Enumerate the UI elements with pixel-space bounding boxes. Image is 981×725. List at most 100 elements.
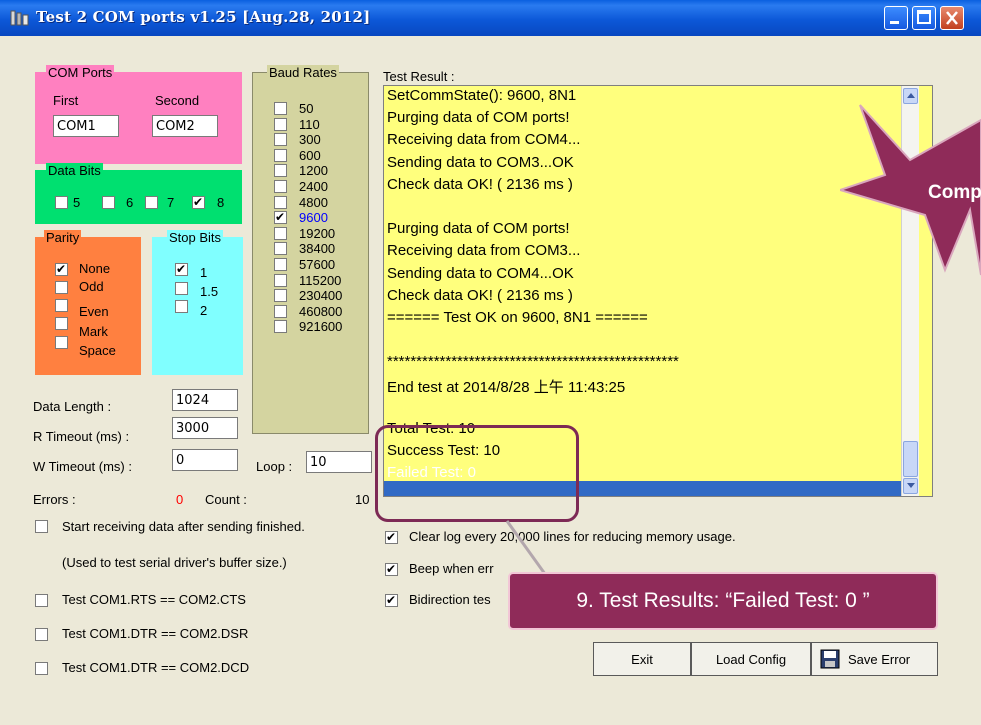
data-length-label: Data Length : [33, 399, 112, 414]
parity-none-label: None [79, 261, 111, 276]
baud-921600-checkbox[interactable] [274, 320, 287, 333]
parity-mark-label: Mark [79, 324, 108, 339]
data-bits-8-checkbox[interactable] [192, 194, 205, 210]
maximize-icon [917, 10, 931, 24]
baud-230400-checkbox[interactable] [274, 289, 287, 302]
test-result-label: Test Result : [383, 69, 455, 84]
baud-19200-checkbox[interactable] [274, 227, 287, 240]
annotation-star-text: Comp [928, 182, 981, 203]
stop-bits-1-checkbox[interactable] [175, 261, 188, 277]
parity-space-label: Space [79, 343, 116, 358]
parity-even-checkbox[interactable] [55, 299, 68, 312]
annotation-star: Comp [840, 104, 981, 276]
second-port-input[interactable]: COM2 [152, 115, 218, 137]
dtr-dcd-checkbox[interactable] [35, 662, 48, 675]
baud-50-label: 50 [299, 101, 314, 116]
stop-bits-2-label: 2 [200, 303, 208, 318]
log-line: Check data OK! ( 2136 ms ) [387, 287, 573, 304]
w-timeout-label: W Timeout (ms) : [33, 459, 132, 474]
baud-2400-label: 2400 [299, 179, 328, 194]
baud-110-label: 110 [299, 117, 320, 132]
baud-1200-label: 1200 [299, 163, 328, 178]
r-timeout-input[interactable]: 3000 [172, 417, 238, 439]
window-title: Test 2 COM ports v1.25 [Aug.28, 2012] [36, 8, 371, 26]
minimize-button[interactable] [884, 6, 908, 30]
bidirection-checkbox[interactable] [385, 592, 398, 608]
start-receiving-note: (Used to test serial driver's buffer siz… [62, 555, 287, 570]
stop-bits-group: Stop Bits [152, 230, 243, 375]
stop-bits-2-checkbox[interactable] [175, 300, 188, 313]
errors-value: 0 [176, 492, 184, 507]
dtr-dsr-label: Test COM1.DTR == COM2.DSR [62, 626, 249, 641]
scroll-thumb[interactable] [903, 441, 918, 477]
baud-110-checkbox[interactable] [274, 118, 287, 131]
parity-odd-checkbox[interactable] [55, 281, 68, 294]
stop-bits-1-5-checkbox[interactable] [175, 282, 188, 295]
log-line: Receiving data from COM4... [387, 131, 581, 148]
load-config-button[interactable]: Load Config [691, 642, 811, 676]
data-length-input[interactable]: 1024 [172, 389, 238, 411]
log-line: SetCommState(): 9600, 8N1 [387, 87, 577, 104]
dtr-dsr-checkbox[interactable] [35, 628, 48, 641]
baud-19200-label: 19200 [299, 226, 336, 241]
parity-even-label: Even [79, 304, 109, 319]
rts-cts-checkbox[interactable] [35, 594, 48, 607]
minimize-icon [890, 21, 899, 24]
exit-button[interactable]: Exit [593, 642, 691, 676]
data-bits-5-label: 5 [73, 195, 81, 210]
annotation-highlight-box [375, 425, 579, 522]
log-line: ====== Test OK on 9600, 8N1 ====== [387, 309, 648, 326]
log-line: Check data OK! ( 2136 ms ) [387, 176, 573, 193]
baud-9600-checkbox[interactable] [274, 209, 287, 225]
w-timeout-input[interactable]: 0 [172, 449, 238, 471]
baud-460800-checkbox[interactable] [274, 305, 287, 318]
r-timeout-label: R Timeout (ms) : [33, 429, 130, 444]
beep-when-checkbox[interactable] [385, 561, 398, 577]
log-line: End test at 2014/8/28 上午 11:43:25 [387, 379, 626, 396]
log-line: Purging data of COM ports! [387, 220, 570, 237]
beep-when-label: Beep when err [409, 561, 494, 576]
parity-mark-checkbox[interactable] [55, 317, 68, 330]
stop-bits-1-5-label: 1.5 [200, 284, 219, 299]
clear-log-checkbox[interactable] [385, 529, 398, 545]
baud-300-checkbox[interactable] [274, 133, 287, 146]
close-icon [946, 11, 958, 25]
data-bits-6-checkbox[interactable] [102, 196, 115, 209]
log-line: ****************************************… [387, 353, 679, 370]
log-line: Sending data to COM3...OK [387, 154, 574, 171]
data-bits-5-checkbox[interactable] [55, 196, 68, 209]
baud-57600-checkbox[interactable] [274, 258, 287, 271]
first-port-input[interactable]: COM1 [53, 115, 119, 137]
baud-2400-checkbox[interactable] [274, 180, 287, 193]
baud-600-checkbox[interactable] [274, 149, 287, 162]
bidirection-label: Bidirection tes [409, 592, 491, 607]
parity-none-checkbox[interactable] [55, 261, 68, 277]
loop-label: Loop : [256, 459, 293, 474]
com-ports-label: COM Ports [46, 65, 115, 80]
loop-input[interactable]: 10 [306, 451, 372, 473]
baud-4800-checkbox[interactable] [274, 196, 287, 209]
baud-9600-label: 9600 [299, 210, 328, 225]
close-button[interactable] [940, 6, 964, 30]
save-error-button[interactable]: Save Error [811, 642, 938, 676]
baud-50-checkbox[interactable] [274, 102, 287, 115]
parity-label: Parity [44, 230, 82, 245]
data-bits-label: Data Bits [46, 163, 103, 178]
baud-115200-checkbox[interactable] [274, 274, 287, 287]
maximize-button[interactable] [912, 6, 936, 30]
save-error-label: Save Error [848, 651, 911, 667]
data-bits-7-label: 7 [167, 195, 175, 210]
data-bits-7-checkbox[interactable] [145, 196, 158, 209]
app-icon [10, 10, 29, 26]
parity-space-checkbox[interactable] [55, 336, 68, 349]
baud-57600-label: 57600 [299, 257, 336, 272]
baud-38400-checkbox[interactable] [274, 242, 287, 255]
start-receiving-checkbox[interactable] [35, 520, 48, 533]
annotation-callout: 9. Test Results: “Failed Test: 0 ” [508, 572, 938, 630]
clear-log-label: Clear log every 20,000 lines for reducin… [409, 529, 736, 544]
floppy-disk-icon [820, 649, 840, 669]
scroll-down-icon[interactable] [903, 478, 918, 494]
title-bar[interactable]: Test 2 COM ports v1.25 [Aug.28, 2012] [0, 0, 981, 36]
baud-4800-label: 4800 [299, 195, 328, 210]
baud-1200-checkbox[interactable] [274, 164, 287, 177]
